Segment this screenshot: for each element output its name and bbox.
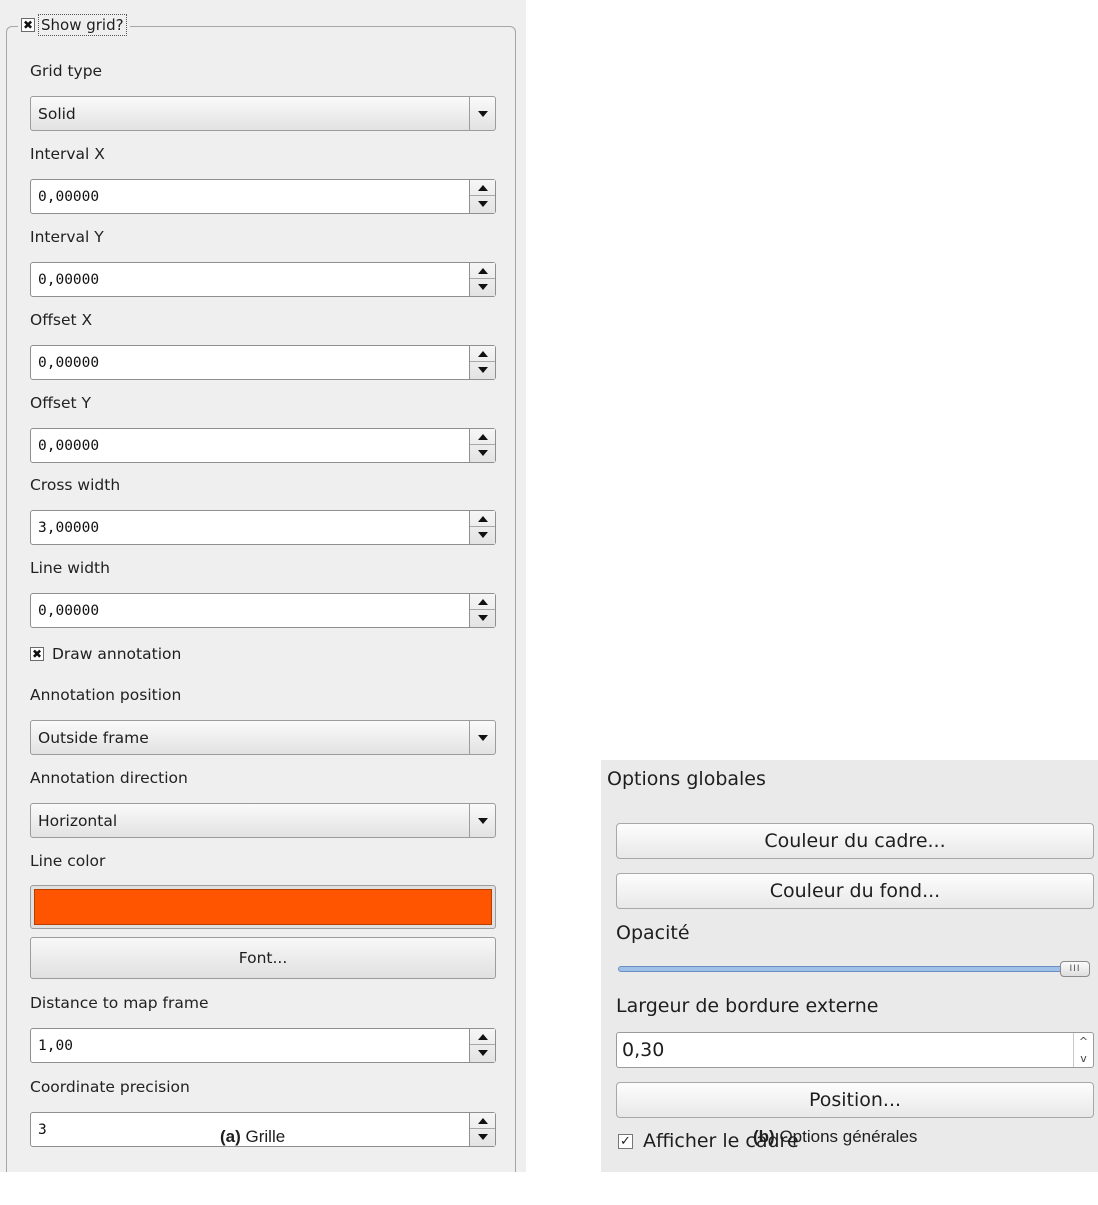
show-grid-label: Show grid? [38,14,127,36]
spin-down-icon[interactable] [470,610,495,626]
grid-type-value: Solid [38,105,76,123]
line-width-label: Line width [30,559,110,577]
spin-up-icon[interactable]: ^ [1074,1033,1093,1050]
distance-value[interactable]: 1,00 [38,1036,73,1056]
chevron-down-icon[interactable] [469,804,495,837]
chevron-down-icon[interactable] [469,721,495,754]
cross-width-value[interactable]: 3,00000 [38,518,99,538]
caption-a-text: Grille [240,1127,286,1146]
outline-width-value[interactable]: 0,30 [622,1039,664,1061]
interval-x-value[interactable]: 0,00000 [38,187,99,207]
show-frame-checkbox[interactable]: ✓ [618,1133,633,1149]
offset-y-value[interactable]: 0,00000 [38,436,99,456]
spin-down-icon[interactable]: v [1074,1050,1093,1067]
caption-b: (b) Options générales [753,1127,917,1147]
opacity-label: Opacité [616,922,690,944]
spin-down-icon[interactable] [470,445,495,461]
options-title: Options globales [607,768,766,790]
frame-color-button[interactable]: Couleur du cadre... [616,823,1094,859]
position-button[interactable]: Position... [616,1082,1094,1118]
spin-up-icon[interactable] [470,1113,495,1129]
opacity-slider[interactable] [618,966,1063,972]
cross-width-label: Cross width [30,476,121,494]
interval-x-spinbox[interactable]: 0,00000 [30,179,496,214]
interval-y-label: Interval Y [30,228,104,246]
offset-x-label: Offset X [30,311,93,329]
spin-up-icon[interactable] [470,180,495,196]
grid-panel: ✖ Show grid? Grid type Solid Interval X … [0,0,526,1172]
spin-down-icon[interactable] [470,279,495,295]
spin-down-icon[interactable] [470,196,495,212]
chevron-down-icon[interactable] [469,97,495,130]
distance-spinbox[interactable]: 1,00 [30,1028,496,1063]
annotation-position-value: Outside frame [38,729,149,747]
annotation-direction-value: Horizontal [38,812,118,830]
spin-down-icon[interactable] [470,1129,495,1145]
interval-y-spinbox[interactable]: 0,00000 [30,262,496,297]
line-color-button[interactable] [30,885,496,929]
show-grid-toggle[interactable]: ✖ Show grid? [18,12,130,38]
caption-a: (a) Grille [220,1127,285,1147]
spin-down-icon[interactable] [470,527,495,543]
annotation-direction-label: Annotation direction [30,769,188,787]
spin-up-icon[interactable] [470,429,495,445]
draw-annotation-label: Draw annotation [52,645,182,663]
line-width-spinbox[interactable]: 0,00000 [30,593,496,628]
background-color-button[interactable]: Couleur du fond... [616,873,1094,909]
spin-up-icon[interactable] [470,594,495,610]
cross-width-spinbox[interactable]: 3,00000 [30,510,496,545]
interval-y-value[interactable]: 0,00000 [38,270,99,290]
precision-value[interactable]: 3 [38,1120,47,1140]
line-color-label: Line color [30,852,106,870]
grid-type-select[interactable]: Solid [30,96,496,131]
spin-down-icon[interactable] [470,1045,495,1061]
draw-annotation-toggle[interactable]: ✖ Draw annotation [30,645,181,663]
annotation-position-label: Annotation position [30,686,182,704]
spin-up-icon[interactable] [470,511,495,527]
spin-down-icon[interactable] [470,362,495,378]
offset-y-spinbox[interactable]: 0,00000 [30,428,496,463]
annotation-position-select[interactable]: Outside frame [30,720,496,755]
outline-width-label: Largeur de bordure externe [616,995,879,1017]
interval-x-label: Interval X [30,145,105,163]
precision-label: Coordinate precision [30,1078,190,1096]
spin-up-icon[interactable] [470,263,495,279]
spin-up-icon[interactable] [470,346,495,362]
caption-b-tag: (b) [753,1127,775,1146]
line-width-value[interactable]: 0,00000 [38,601,99,621]
spin-up-icon[interactable] [470,1029,495,1045]
draw-annotation-checkbox[interactable]: ✖ [30,647,44,661]
show-grid-checkbox[interactable]: ✖ [21,18,35,32]
caption-b-text: Options générales [774,1127,918,1146]
offset-x-spinbox[interactable]: 0,00000 [30,345,496,380]
line-color-swatch [34,889,492,925]
caption-a-tag: (a) [220,1127,241,1146]
options-panel: Options globales Couleur du cadre... Cou… [601,760,1098,1172]
font-button[interactable]: Font... [30,937,496,979]
distance-label: Distance to map frame [30,994,209,1012]
offset-x-value[interactable]: 0,00000 [38,353,99,373]
opacity-slider-handle[interactable]: III [1060,961,1090,977]
offset-y-label: Offset Y [30,394,91,412]
annotation-direction-select[interactable]: Horizontal [30,803,496,838]
grid-type-label: Grid type [30,62,103,80]
outline-width-spinbox[interactable]: 0,30 ^ v [616,1032,1094,1068]
